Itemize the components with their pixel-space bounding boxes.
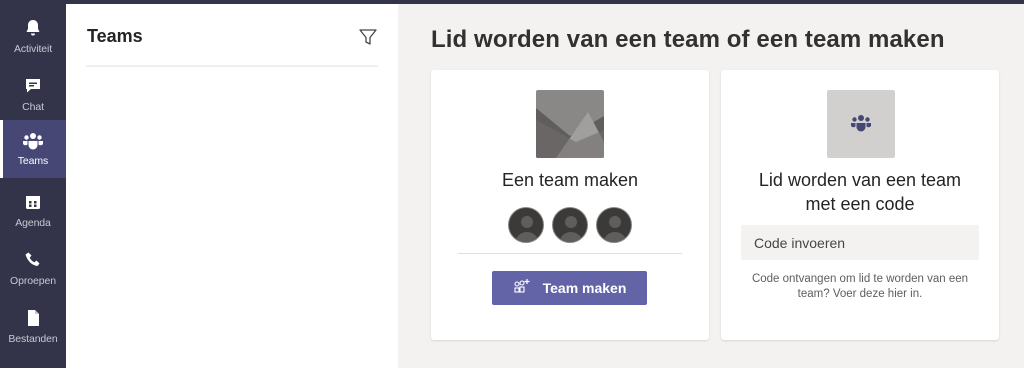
rail-item-label: Oproepen bbox=[10, 275, 56, 287]
create-team-card: Een team maken Team maken bbox=[431, 70, 709, 340]
avatar bbox=[552, 207, 588, 243]
rail-item-label: Bestanden bbox=[8, 333, 58, 345]
add-team-icon bbox=[513, 278, 531, 299]
teams-icon bbox=[21, 128, 45, 152]
panel-title: Teams bbox=[87, 26, 143, 46]
avatar-group bbox=[508, 207, 632, 243]
rail-item-teams[interactable]: Teams bbox=[0, 120, 66, 178]
filter-icon[interactable] bbox=[357, 26, 379, 48]
rail-item-activity[interactable]: Activiteit bbox=[0, 8, 66, 66]
rail-item-chat[interactable]: Chat bbox=[0, 66, 66, 124]
rail-item-label: Agenda bbox=[15, 217, 51, 229]
rail-item-files[interactable]: Bestanden bbox=[0, 298, 66, 356]
join-team-image bbox=[827, 90, 895, 158]
calendar-icon bbox=[21, 190, 45, 214]
divider bbox=[458, 253, 682, 254]
join-team-heading: Lid worden van een team met een code bbox=[758, 170, 962, 214]
rail-item-label: Chat bbox=[22, 101, 44, 113]
bell-icon bbox=[21, 16, 45, 40]
rail-item-calendar[interactable]: Agenda bbox=[0, 182, 66, 240]
app-rail: Activiteit Chat Teams Agenda Oproepen Be… bbox=[0, 4, 66, 368]
team-image-placeholder bbox=[536, 90, 604, 158]
phone-icon bbox=[21, 248, 45, 272]
create-team-button-label: Team maken bbox=[542, 280, 627, 296]
teams-icon bbox=[849, 112, 873, 137]
divider bbox=[86, 65, 378, 67]
code-input[interactable] bbox=[741, 225, 979, 260]
join-help-text: Code ontvangen om lid te worden van een … bbox=[751, 273, 969, 300]
avatar bbox=[508, 207, 544, 243]
teams-list-panel: Teams bbox=[66, 4, 398, 368]
rail-item-calls[interactable]: Oproepen bbox=[0, 240, 66, 298]
create-team-button[interactable]: Team maken bbox=[492, 271, 647, 305]
rail-item-label: Activiteit bbox=[13, 43, 53, 55]
create-team-heading: Een team maken bbox=[501, 170, 639, 190]
avatar bbox=[596, 207, 632, 243]
file-icon bbox=[21, 306, 45, 330]
join-team-card: Lid worden van een team met een code Cod… bbox=[721, 70, 999, 340]
page-title: Lid worden van een team of een team make… bbox=[431, 26, 945, 53]
chat-icon bbox=[21, 74, 45, 98]
rail-item-label: Teams bbox=[17, 155, 49, 167]
